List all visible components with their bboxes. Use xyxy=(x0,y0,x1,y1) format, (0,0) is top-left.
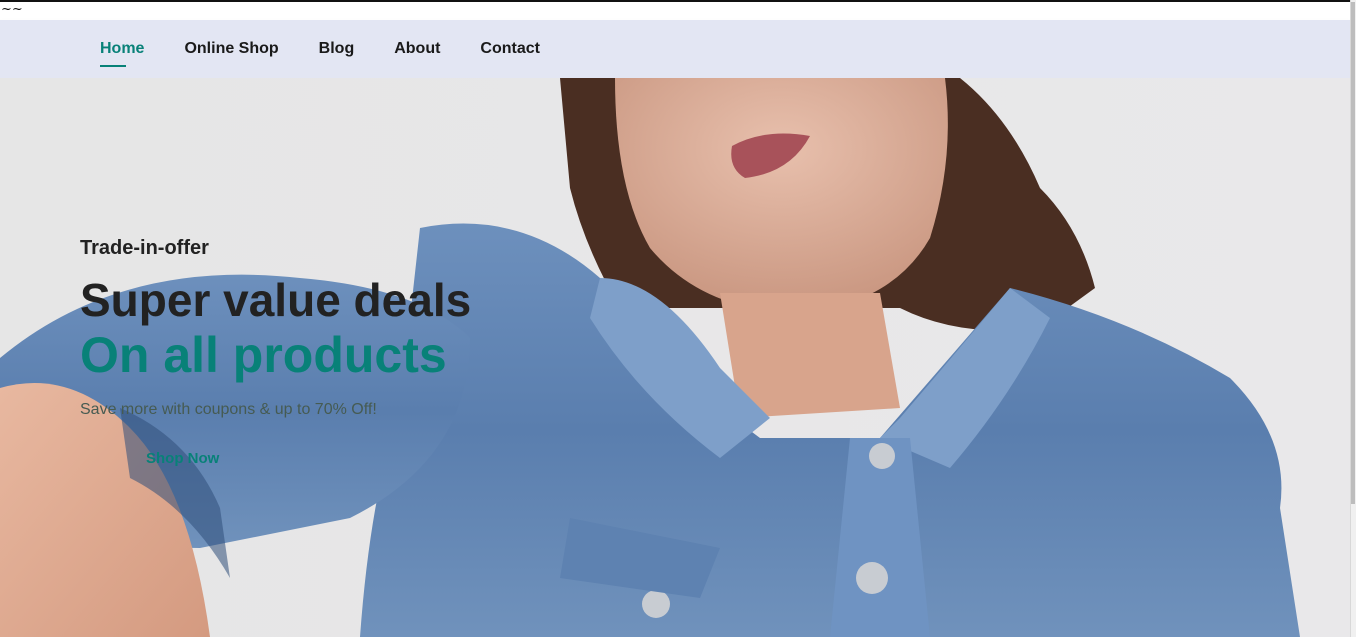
nav-link-about[interactable]: About xyxy=(394,39,440,59)
nav-item-online-shop: Online Shop xyxy=(184,39,278,59)
nav-link-contact[interactable]: Contact xyxy=(480,39,540,59)
nav-link-blog[interactable]: Blog xyxy=(319,39,355,59)
nav-item-contact: Contact xyxy=(480,39,540,59)
nav-link-home[interactable]: Home xyxy=(100,39,144,59)
nav-list: Home Online Shop Blog About Contact xyxy=(100,20,580,78)
hero-text: Trade-in-offer Super value deals On all … xyxy=(80,236,471,473)
page-scrollbar[interactable] xyxy=(1350,0,1356,637)
stray-text: ~~ xyxy=(1,2,23,17)
hero-section: Trade-in-offer Super value deals On all … xyxy=(0,78,1350,637)
navbar: Home Online Shop Blog About Contact xyxy=(0,20,1350,78)
hero-highlight: On all products xyxy=(80,327,447,383)
nav-item-about: About xyxy=(394,39,440,59)
nav-link-online-shop[interactable]: Online Shop xyxy=(184,39,278,59)
scrollbar-thumb[interactable] xyxy=(1351,2,1355,504)
top-strip: ~~ xyxy=(0,0,1356,20)
nav-item-blog: Blog xyxy=(319,39,355,59)
shop-now-button[interactable]: Shop Now xyxy=(130,444,235,473)
nav-item-home: Home xyxy=(100,39,144,59)
hero-heading: Super value deals xyxy=(80,274,472,326)
hero-description: Save more with coupons & up to 70% Off! xyxy=(80,401,377,418)
hero-subtitle: Trade-in-offer xyxy=(80,237,209,259)
